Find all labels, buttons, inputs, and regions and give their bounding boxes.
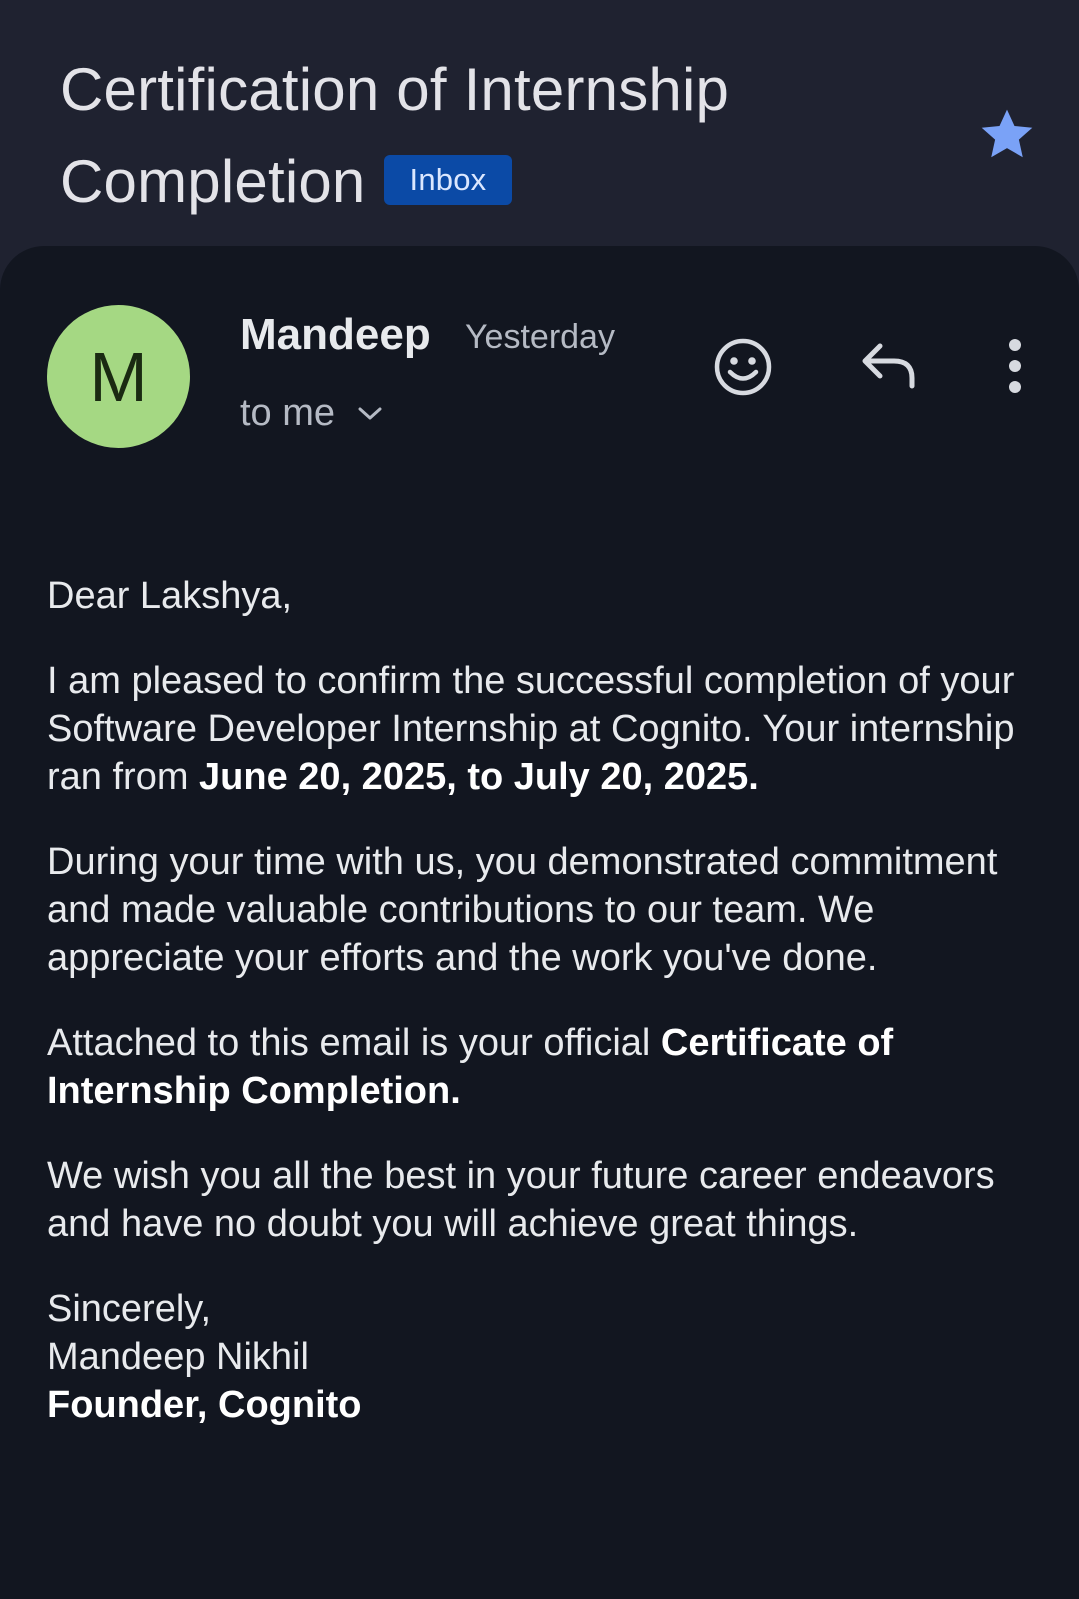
internship-dates: June 20, 2025, to July 20, 2025. — [199, 756, 759, 798]
sender-avatar[interactable]: M — [47, 305, 190, 448]
sender-name[interactable]: Mandeep — [240, 310, 431, 360]
signer-name: Mandeep Nikhil — [47, 1336, 309, 1378]
inbox-label-badge[interactable]: Inbox — [383, 155, 513, 206]
paragraph-2: During your time with us, you demonstrat… — [47, 841, 998, 979]
emoji-reaction-icon[interactable] — [712, 336, 774, 398]
greeting: Dear Lakshya, — [47, 575, 293, 617]
subject-line-2: Completion — [60, 148, 366, 215]
paragraph-3: Attached to this email is your official … — [47, 1019, 1047, 1115]
signer-title-text: Founder, Cognito — [47, 1384, 362, 1426]
paragraph-1: I am pleased to confirm the successful c… — [47, 657, 1047, 801]
paragraph-4: We wish you all the best in your future … — [47, 1155, 995, 1245]
reply-icon[interactable] — [860, 340, 918, 390]
signature: Sincerely, Mandeep Nikhil Founder, Cogni… — [47, 1285, 1047, 1429]
recipient-details-toggle[interactable]: to me — [240, 392, 383, 435]
closing: Sincerely, — [47, 1288, 212, 1330]
recipient-label: to me — [240, 392, 336, 434]
signer-title: Founder, Cognito — [47, 1381, 1047, 1429]
email-subject: Certification of Internship Completion In… — [60, 44, 920, 228]
more-vert-icon[interactable] — [1000, 338, 1030, 394]
email-body: Dear Lakshya, I am pleased to confirm th… — [47, 572, 1047, 1429]
message-time: Yesterday — [465, 318, 615, 356]
chevron-down-icon — [358, 407, 382, 419]
paragraph-3-text: Attached to this email is your official — [47, 1022, 661, 1064]
subject-line-1: Certification of Internship — [60, 56, 730, 123]
subject-header: Certification of Internship Completion In… — [0, 0, 1079, 250]
avatar-letter: M — [89, 337, 148, 416]
star-icon[interactable] — [976, 104, 1038, 166]
